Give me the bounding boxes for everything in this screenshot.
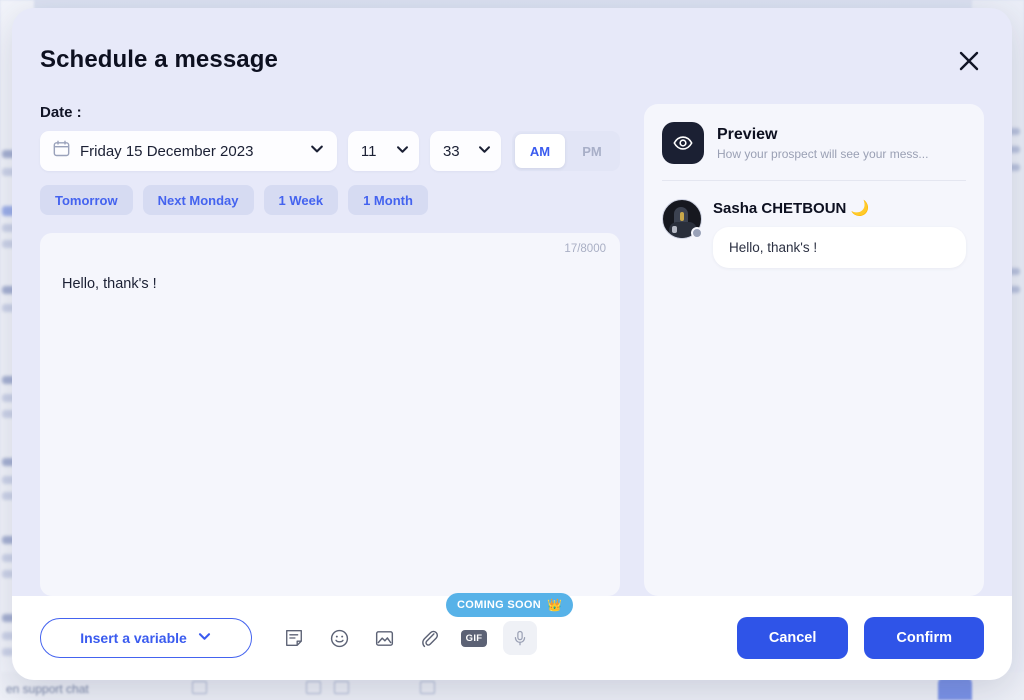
preview-message-group: Sasha CHETBOUN 🌙 Hello, thank's ! (713, 197, 966, 268)
insert-variable-label: Insert a variable (80, 630, 187, 646)
status-badge (691, 227, 703, 239)
date-value: Friday 15 December 2023 (80, 143, 309, 160)
insert-variable-button[interactable]: Insert a variable (40, 618, 252, 658)
confirm-button[interactable]: Confirm (864, 617, 984, 659)
compose-column: Date : Friday 15 December 2023 (40, 104, 620, 596)
eye-icon (662, 122, 704, 164)
message-input[interactable]: 17/8000 Hello, thank's ! (40, 233, 620, 596)
modal-header: Schedule a message (12, 8, 1012, 104)
gif-label: GIF (461, 630, 488, 647)
background-icon (420, 681, 435, 694)
modal-footer: Insert a variable (12, 596, 1012, 680)
gif-icon[interactable]: GIF (458, 622, 490, 654)
hour-value: 11 (361, 143, 377, 160)
meridiem-pm-option[interactable]: PM (567, 134, 617, 168)
quick-chip-tomorrow[interactable]: Tomorrow (40, 185, 133, 215)
preview-subtitle: How your prospect will see your mess... (717, 147, 928, 161)
quick-date-chips: Tomorrow Next Monday 1 Week 1 Month (40, 185, 620, 215)
quick-chip-1-month[interactable]: 1 Month (348, 185, 428, 215)
image-icon[interactable] (368, 622, 400, 654)
chevron-down-icon (197, 629, 212, 647)
preview-panel: Preview How your prospect will see your … (644, 104, 984, 596)
preview-message-bubble: Hello, thank's ! (713, 227, 966, 268)
date-picker[interactable]: Friday 15 December 2023 (40, 131, 337, 171)
footer-actions: Cancel Confirm (737, 617, 984, 659)
minute-value: 33 (443, 143, 460, 160)
page-title: Schedule a message (40, 46, 278, 74)
composer-toolbar: GIF COMING SOON 👑 (278, 621, 537, 655)
background-bottom-label: en support chat (6, 682, 89, 696)
background-icon (192, 681, 207, 694)
preview-title-group: Preview How your prospect will see your … (717, 126, 928, 161)
message-text: Hello, thank's ! (62, 276, 598, 292)
meridiem-am-option[interactable]: AM (515, 134, 565, 168)
coming-soon-label: COMING SOON (457, 599, 541, 611)
calendar-icon (53, 140, 70, 162)
coming-soon-badge: COMING SOON 👑 (446, 593, 573, 617)
preview-column: Preview How your prospect will see your … (644, 104, 984, 596)
quick-chip-next-monday[interactable]: Next Monday (143, 185, 254, 215)
preview-contact-row: Sasha CHETBOUN 🌙 Hello, thank's ! (662, 197, 966, 268)
modal-body: Date : Friday 15 December 2023 (12, 104, 1012, 596)
chevron-down-icon (477, 142, 492, 161)
crown-icon: 👑 (547, 598, 562, 612)
cancel-button[interactable]: Cancel (737, 617, 849, 659)
chevron-down-icon (309, 141, 325, 162)
preview-title: Preview (717, 126, 928, 144)
minute-select[interactable]: 33 (430, 131, 501, 171)
close-icon[interactable] (952, 44, 986, 78)
emoji-icon[interactable] (323, 622, 355, 654)
schedule-message-modal: Schedule a message Date : (12, 8, 1012, 680)
chevron-down-icon (395, 142, 410, 161)
character-counter: 17/8000 (564, 243, 606, 255)
attachment-icon[interactable] (413, 622, 445, 654)
note-icon[interactable] (278, 622, 310, 654)
background-icon (306, 681, 321, 694)
background-button (938, 678, 972, 700)
microphone-icon[interactable] (503, 621, 537, 655)
date-label: Date : (40, 104, 620, 121)
preview-header: Preview How your prospect will see your … (662, 122, 966, 181)
date-row: Friday 15 December 2023 11 (40, 131, 620, 171)
meridiem-toggle: AM PM (512, 131, 620, 171)
background-icon (334, 681, 349, 694)
contact-name: Sasha CHETBOUN 🌙 (713, 199, 966, 217)
quick-chip-1-week[interactable]: 1 Week (264, 185, 339, 215)
avatar (662, 199, 702, 239)
hour-select[interactable]: 11 (348, 131, 419, 171)
